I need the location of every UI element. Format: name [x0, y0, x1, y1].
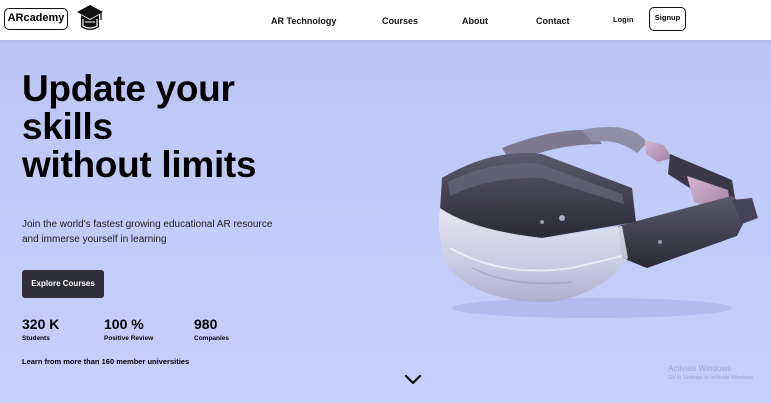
- subtext-line-1: Join the world's fastest growing educati…: [22, 219, 273, 230]
- login-link[interactable]: Login: [613, 15, 633, 24]
- stat-value: 320 K: [22, 316, 60, 332]
- stat-label: Students: [22, 335, 50, 342]
- stat-students: 320 K Students: [22, 316, 59, 344]
- watermark-subtitle: Go to Settings to activate Windows.: [668, 375, 755, 381]
- nav-ar-technology[interactable]: AR Technology: [271, 16, 336, 26]
- nav-contact[interactable]: Contact: [536, 16, 570, 26]
- nav-about[interactable]: About: [462, 16, 488, 26]
- headline-line-1: Update your: [22, 68, 235, 109]
- chevron-down-icon[interactable]: [404, 374, 422, 386]
- logo-text[interactable]: ARcademy: [4, 8, 68, 30]
- signup-button[interactable]: Signup: [649, 7, 686, 31]
- graduation-cap-icon[interactable]: [76, 3, 104, 33]
- stat-value: 100 %: [104, 316, 144, 332]
- activate-windows-watermark: Activate Windows Go to Settings to activ…: [668, 364, 755, 382]
- hero-headline: Update your skills without limits: [22, 70, 362, 184]
- explore-courses-button[interactable]: Explore Courses: [22, 270, 104, 298]
- universities-text: Learn from more than 160 member universi…: [22, 357, 190, 366]
- stat-companies: 980 Companies: [194, 316, 229, 344]
- nav-courses[interactable]: Courses: [382, 16, 418, 26]
- subtext-line-2: and immerse yourself in learning: [22, 234, 167, 245]
- watermark-title: Activate Windows: [668, 364, 732, 373]
- header: ARcademy AR Technology Courses About Con…: [0, 0, 771, 40]
- ar-headset-image: [439, 126, 758, 318]
- hero-subtext: Join the world's fastest growing educati…: [22, 217, 312, 247]
- stat-label: Companies: [194, 335, 230, 342]
- headline-line-3: without limits: [22, 144, 257, 185]
- stat-label: Positive Review: [104, 335, 154, 342]
- stat-value: 980: [194, 316, 218, 332]
- headline-line-2: skills: [22, 106, 113, 147]
- stat-positive-review: 100 % Positive Review: [104, 316, 153, 344]
